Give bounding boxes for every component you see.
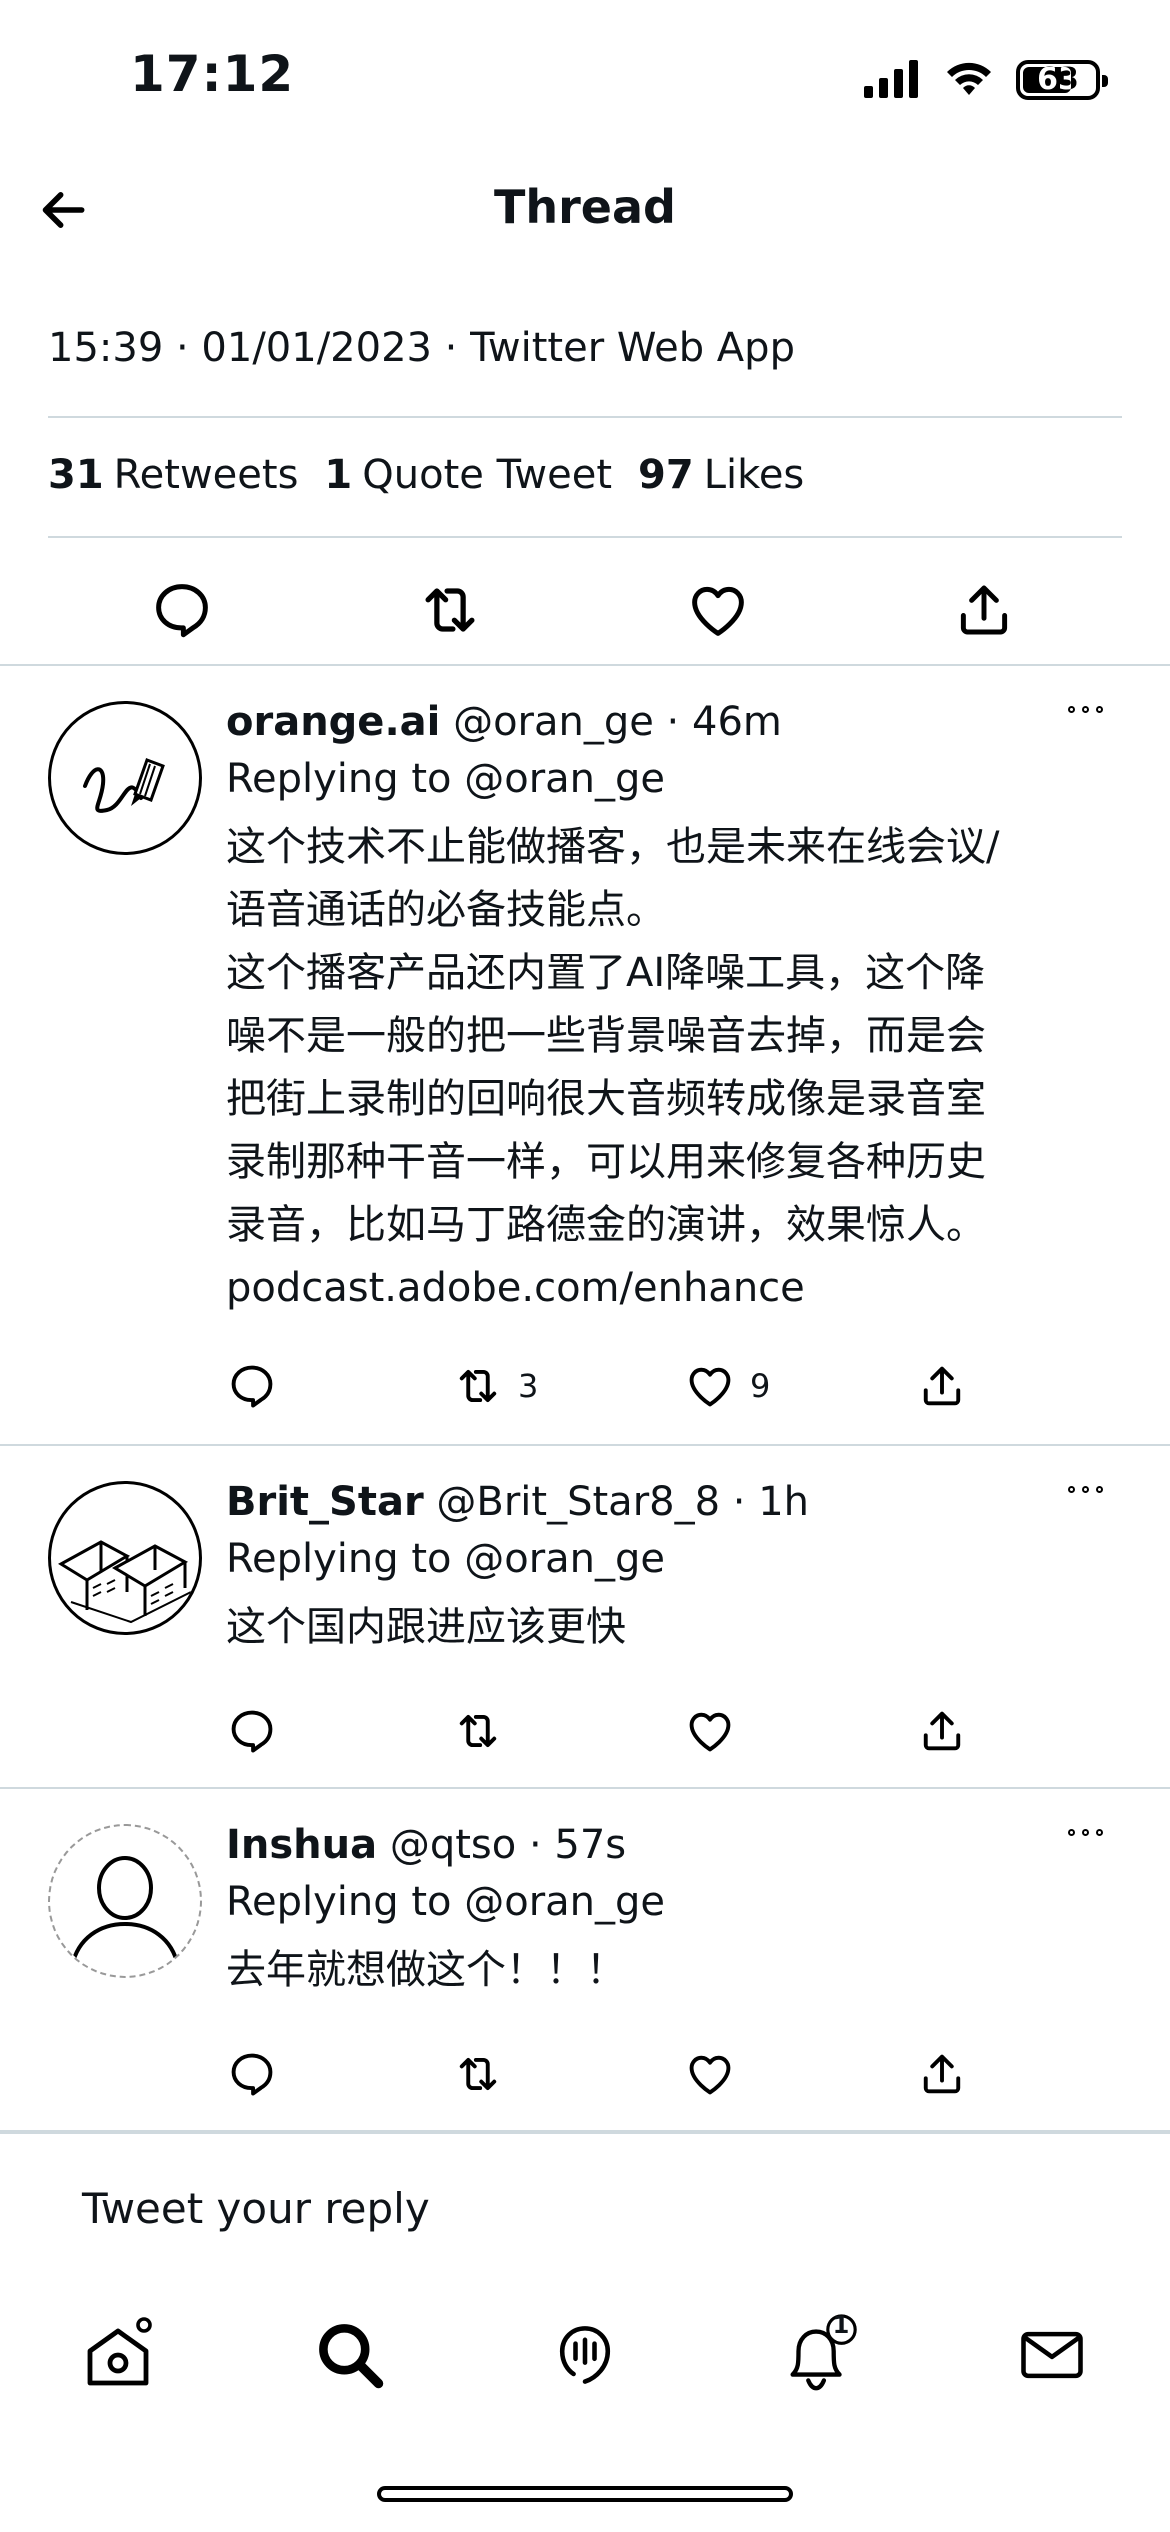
share-icon[interactable] (916, 1696, 968, 1766)
replying-to-handle[interactable]: @oran_ge (464, 1536, 665, 1582)
signal-icon (862, 58, 922, 102)
quotes-stat[interactable]: 1 Quote Tweet (324, 452, 612, 498)
like-icon (684, 1360, 736, 1412)
replying-to: Replying to @oran_ge (226, 1530, 1130, 1588)
author-handle[interactable]: @oran_ge (453, 699, 654, 745)
wifi-icon (944, 58, 994, 102)
avatar[interactable] (48, 1481, 202, 1635)
likes-count: 97 (638, 452, 694, 498)
battery-level: 63 (1037, 62, 1079, 97)
retweet-icon[interactable] (452, 1696, 504, 1766)
home-indicator[interactable] (377, 2486, 793, 2502)
share-icon[interactable] (916, 1351, 968, 1421)
replying-to: Replying to @oran_ge (226, 750, 1130, 808)
retweet-icon[interactable] (408, 568, 492, 652)
retweet-button[interactable]: 3 (452, 1351, 538, 1421)
quotes-label: Quote Tweet (362, 452, 613, 498)
page-title: Thread (494, 180, 676, 234)
reply-text: 这个国内跟进应该更快 (226, 1604, 626, 1650)
nav-bar: Thread (0, 150, 1170, 270)
reply-body: orange.ai @oran_ge · 46m Replying to @or… (226, 694, 1130, 1320)
avatar[interactable] (48, 1824, 202, 1978)
tweet-stats: 31 Retweets 1 Quote Tweet 97 Likes (48, 452, 804, 498)
reply-icon[interactable] (226, 1351, 278, 1421)
author-name[interactable]: Inshua (226, 1822, 377, 1868)
like-button[interactable]: 9 (684, 1351, 770, 1421)
home-icon[interactable] (68, 2305, 168, 2405)
reply-tweet[interactable]: Brit_Star @Brit_Star8_8 · 1h Replying to… (0, 1446, 1170, 1789)
like-count: 9 (750, 1367, 771, 1405)
messages-icon[interactable] (1002, 2305, 1102, 2405)
replying-to-handle[interactable]: @oran_ge (464, 756, 665, 802)
retweets-count: 31 (48, 452, 104, 498)
reply-actions (226, 2039, 1006, 2109)
replying-to: Replying to @oran_ge (226, 1873, 1130, 1931)
search-icon[interactable] (300, 2305, 400, 2405)
divider (48, 536, 1122, 538)
reply-input[interactable]: Tweet your reply (82, 2184, 430, 2233)
retweet-count: 3 (518, 1367, 539, 1405)
battery-icon: 63 (1016, 60, 1108, 100)
reply-actions: 3 9 (226, 1351, 1006, 1421)
retweets-label: Retweets (113, 452, 299, 498)
reply-time: 46m (692, 699, 782, 745)
replying-to-label: Replying to (226, 1879, 452, 1925)
author-handle[interactable]: @Brit_Star8_8 (436, 1479, 720, 1525)
likes-stat[interactable]: 97 Likes (638, 452, 804, 498)
spaces-icon[interactable] (535, 2305, 635, 2405)
like-icon[interactable] (684, 1696, 736, 1766)
replying-to-label: Replying to (226, 756, 452, 802)
like-icon[interactable] (676, 568, 760, 652)
reply-time: 57s (554, 1822, 627, 1868)
reply-header: Inshua @qtso · 57s (226, 1817, 1130, 1873)
status-icons: 63 (862, 55, 1108, 105)
reply-icon[interactable] (226, 2039, 278, 2109)
status-time: 17:12 (130, 45, 295, 103)
reply-body: Brit_Star @Brit_Star8_8 · 1h Replying to… (226, 1474, 1130, 1659)
retweet-icon[interactable] (452, 2039, 504, 2109)
reply-time: 1h (758, 1479, 810, 1525)
author-name[interactable]: orange.ai (226, 699, 440, 745)
replying-to-handle[interactable]: @oran_ge (464, 1879, 665, 1925)
tweet-actions (0, 560, 1170, 660)
avatar[interactable] (48, 701, 202, 855)
replying-to-label: Replying to (226, 1536, 452, 1582)
separator: · (516, 1822, 555, 1868)
compose-reply[interactable]: Tweet your reply (0, 2132, 1170, 2272)
quotes-count: 1 (324, 452, 353, 498)
likes-label: Likes (703, 452, 805, 498)
author-name[interactable]: Brit_Star (226, 1479, 424, 1525)
reply-link[interactable]: podcast.adobe.com/enhance (226, 1257, 1130, 1320)
status-bar: 17:12 63 (0, 0, 1170, 150)
reply-header: orange.ai @oran_ge · 46m (226, 694, 1130, 750)
reply-icon[interactable] (226, 1696, 278, 1766)
separator: · (653, 699, 692, 745)
tab-bar: 1 (0, 2290, 1170, 2420)
share-icon[interactable] (916, 2039, 968, 2109)
reply-text: 去年就想做这个！！！ (226, 1947, 626, 1993)
share-icon[interactable] (942, 568, 1026, 652)
like-icon[interactable] (684, 2039, 736, 2109)
retweets-stat[interactable]: 31 Retweets (48, 452, 298, 498)
reply-icon[interactable] (140, 568, 224, 652)
tweet-meta: 15:39 · 01/01/2023 · Twitter Web App (48, 325, 795, 371)
notifications-icon[interactable]: 1 (770, 2305, 870, 2405)
reply-actions (226, 1696, 1006, 1766)
author-handle[interactable]: @qtso (390, 1822, 516, 1868)
separator: · (720, 1479, 759, 1525)
reply-header: Brit_Star @Brit_Star8_8 · 1h (226, 1474, 1130, 1530)
reply-tweet[interactable]: orange.ai @oran_ge · 46m Replying to @or… (0, 666, 1170, 1446)
retweet-icon (452, 1360, 504, 1412)
reply-body: Inshua @qtso · 57s Replying to @oran_ge … (226, 1817, 1130, 2002)
reply-tweet[interactable]: Inshua @qtso · 57s Replying to @oran_ge … (0, 1789, 1170, 2132)
reply-text: 这个技术不止能做播客，也是未来在线会议/ 语音通话的必备技能点。 这个播客产品还… (226, 824, 1000, 1248)
notification-count: 1 (832, 2311, 850, 2339)
divider (48, 416, 1122, 418)
